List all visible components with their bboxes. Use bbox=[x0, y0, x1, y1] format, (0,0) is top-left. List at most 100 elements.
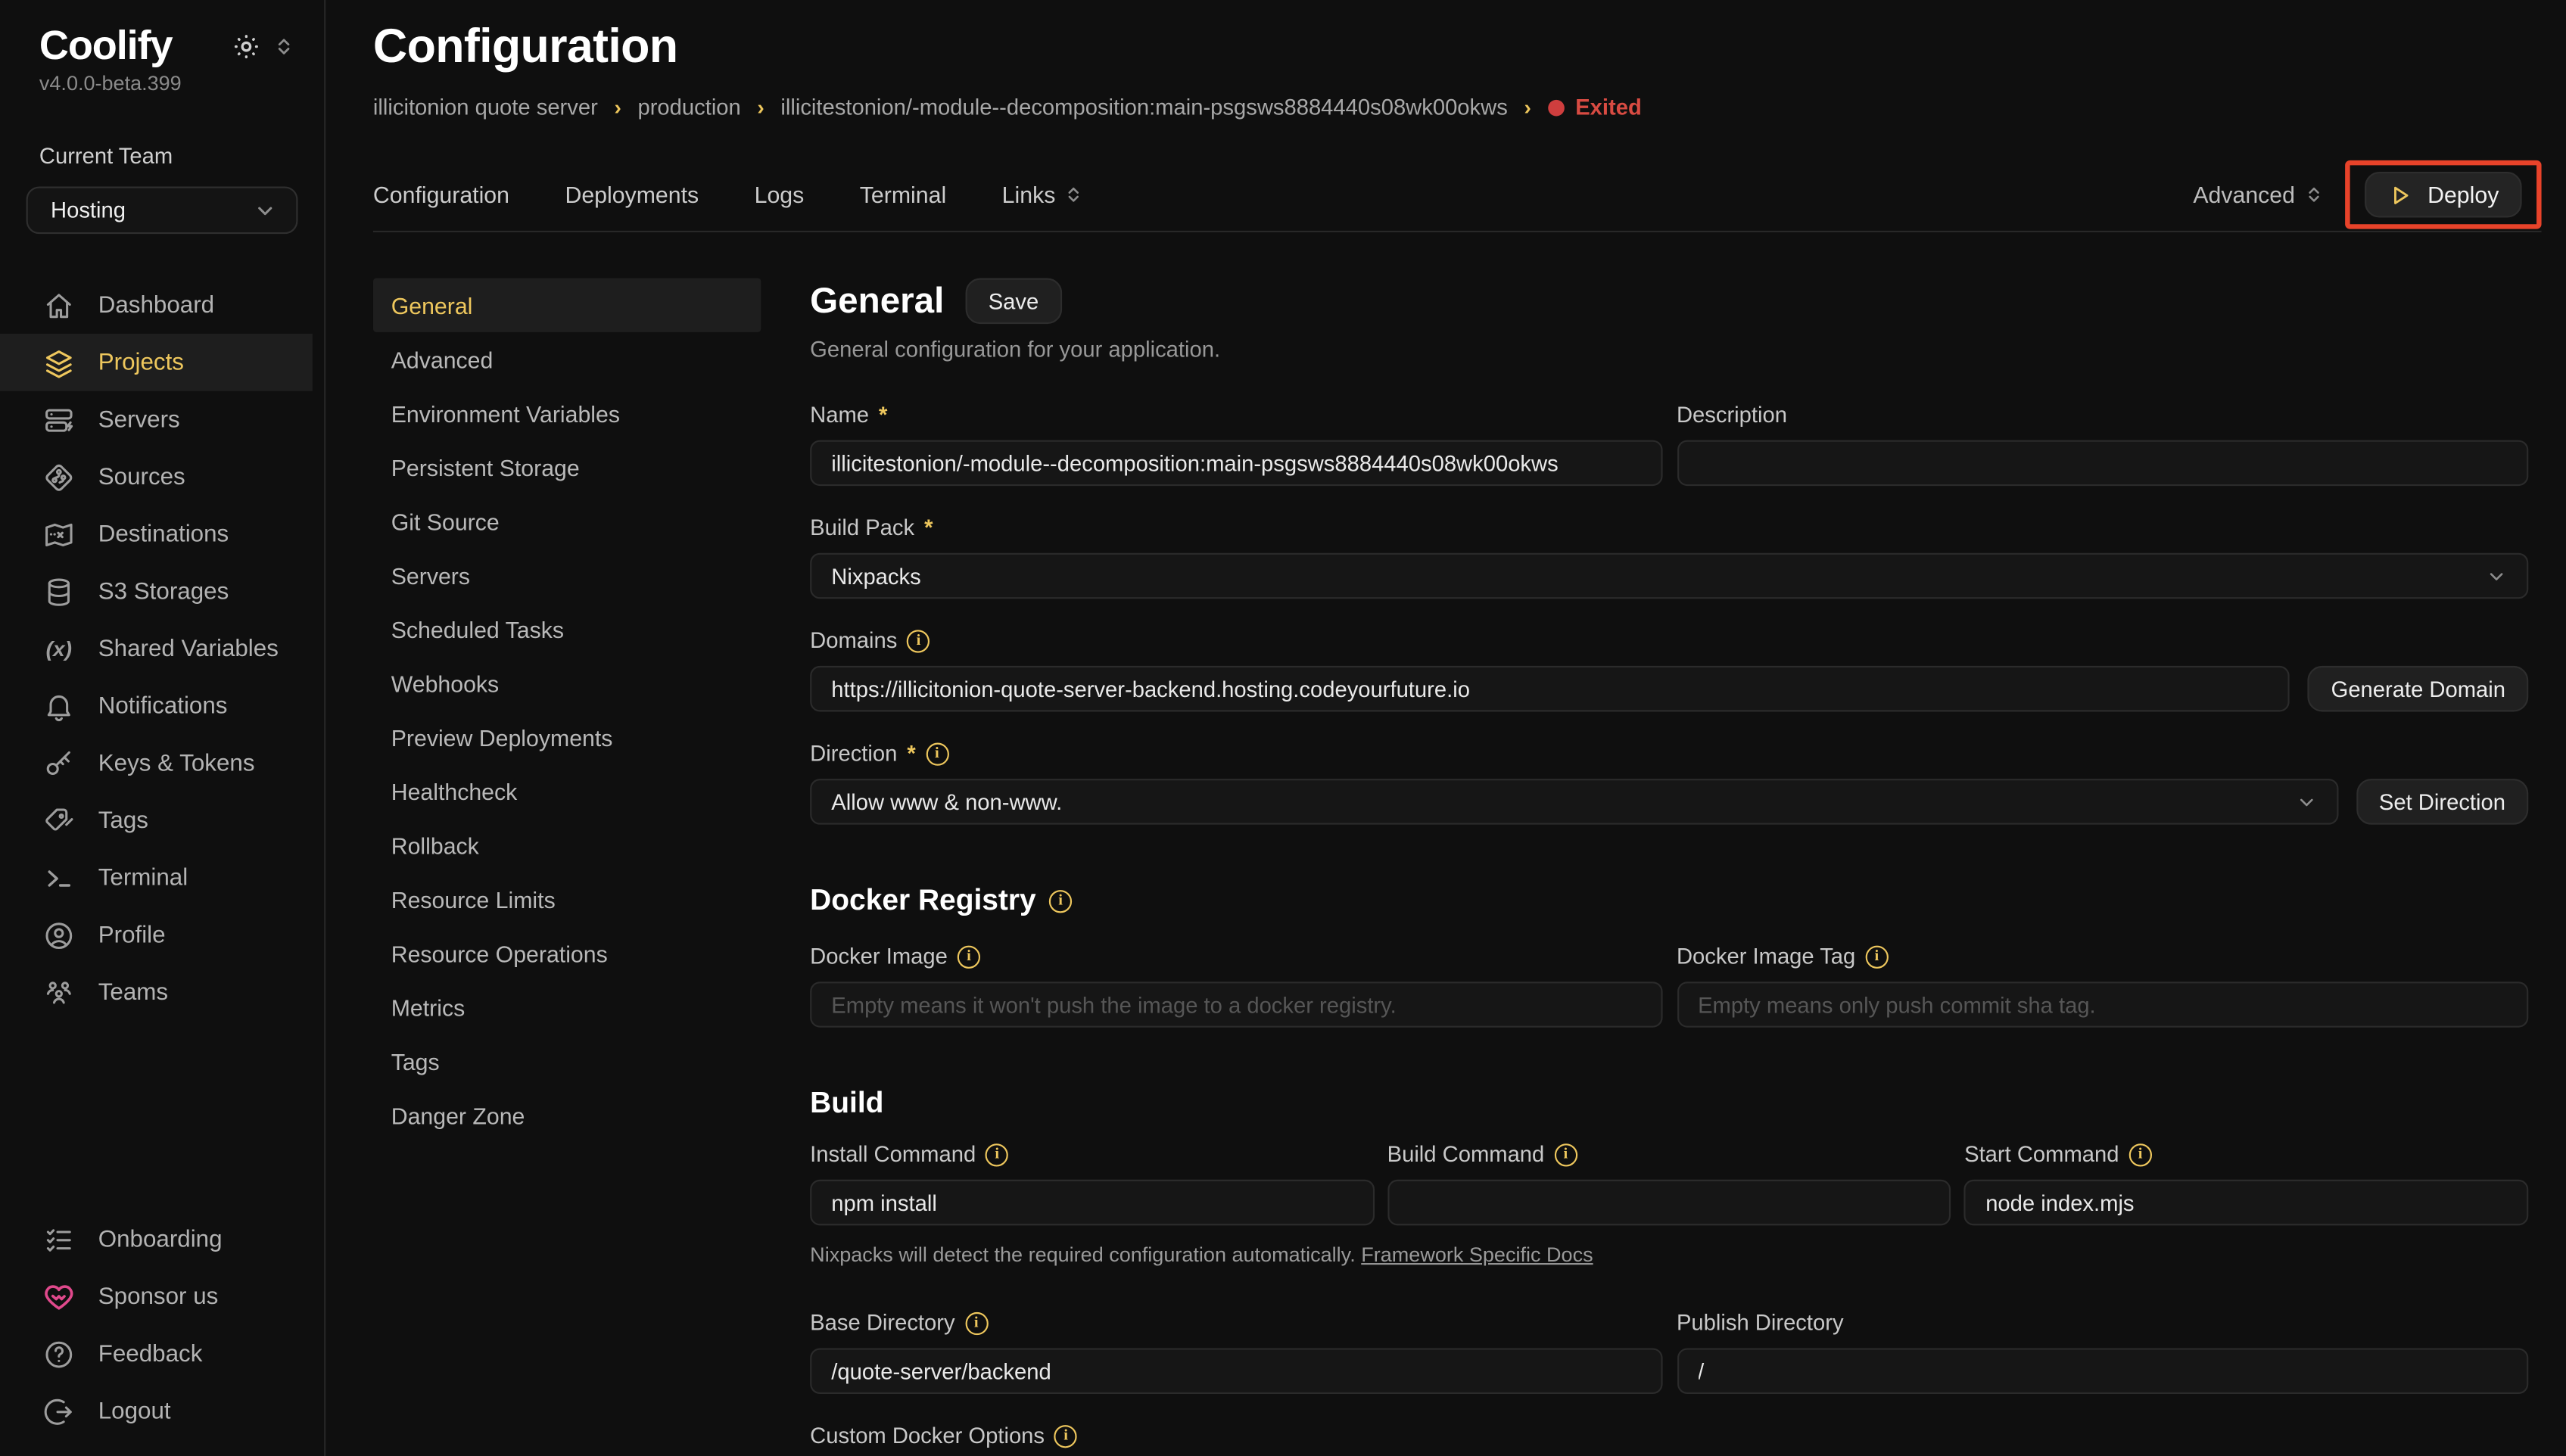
name-label: Name* bbox=[810, 401, 1661, 429]
sidebar-item-s3-storages[interactable]: S3 Storages bbox=[0, 563, 324, 621]
set-direction-button[interactable]: Set Direction bbox=[2356, 779, 2529, 825]
sidebar-item-sources[interactable]: Sources bbox=[0, 448, 324, 506]
config-menu-rollback[interactable]: Rollback bbox=[373, 818, 761, 872]
docker-image-tag-input[interactable] bbox=[1677, 982, 2528, 1028]
info-icon[interactable]: i bbox=[2128, 1143, 2151, 1165]
config-menu-metrics[interactable]: Metrics bbox=[373, 980, 761, 1034]
info-icon[interactable]: i bbox=[958, 945, 980, 968]
config-menu-git-source[interactable]: Git Source bbox=[373, 494, 761, 548]
sidebar-item-label: Onboarding bbox=[98, 1226, 223, 1252]
sidebar-item-sponsor[interactable]: Sponsor us bbox=[0, 1268, 324, 1326]
sidebar-item-notifications[interactable]: Notifications bbox=[0, 677, 324, 735]
config-menu-danger-zone[interactable]: Danger Zone bbox=[373, 1088, 761, 1142]
breadcrumb-project[interactable]: illicitonion quote server bbox=[373, 95, 598, 119]
git-source-icon bbox=[42, 461, 75, 493]
sidebar-item-terminal[interactable]: Terminal bbox=[0, 849, 324, 907]
config-menu-healthcheck[interactable]: Healthcheck bbox=[373, 764, 761, 818]
app-logo: Coolify bbox=[39, 23, 173, 69]
sidebar-item-shared-variables[interactable]: (x) Shared Variables bbox=[0, 620, 324, 677]
tab-configuration[interactable]: Configuration bbox=[373, 182, 509, 208]
info-icon[interactable]: i bbox=[1054, 1424, 1077, 1447]
advanced-dropdown[interactable]: Advanced bbox=[2193, 182, 2325, 208]
tab-links-label: Links bbox=[1002, 182, 1056, 208]
deploy-annotation-highlight: Deploy bbox=[2346, 160, 2542, 229]
info-icon[interactable]: i bbox=[986, 1143, 1008, 1165]
home-icon bbox=[42, 289, 75, 322]
config-menu-resource-operations[interactable]: Resource Operations bbox=[373, 926, 761, 980]
install-command-label: Install Commandi bbox=[810, 1140, 1374, 1168]
tab-logs[interactable]: Logs bbox=[755, 182, 805, 208]
sidebar-item-dashboard[interactable]: Dashboard bbox=[0, 276, 324, 334]
app-version: v4.0.0-beta.399 bbox=[0, 69, 324, 95]
config-menu-general[interactable]: General bbox=[373, 278, 761, 332]
direction-select[interactable]: Allow www & non-www. bbox=[810, 779, 2338, 825]
tab-terminal[interactable]: Terminal bbox=[860, 182, 946, 208]
docker-image-input[interactable] bbox=[810, 982, 1661, 1028]
install-command-input[interactable] bbox=[810, 1180, 1374, 1226]
docker-image-label: Docker Imagei bbox=[810, 942, 1661, 970]
info-icon[interactable]: i bbox=[1865, 945, 1888, 968]
deploy-label: Deploy bbox=[2427, 182, 2499, 208]
domains-input[interactable] bbox=[810, 666, 2290, 712]
publish-directory-input[interactable] bbox=[1677, 1348, 2528, 1394]
config-menu-webhooks[interactable]: Webhooks bbox=[373, 656, 761, 710]
sidebar-item-keys-tokens[interactable]: Keys & Tokens bbox=[0, 735, 324, 792]
build-heading: Build bbox=[810, 1087, 2528, 1121]
config-menu-tags[interactable]: Tags bbox=[373, 1034, 761, 1087]
info-icon[interactable]: i bbox=[1554, 1143, 1577, 1165]
users-icon bbox=[42, 976, 75, 1009]
status-badge: Exited bbox=[1547, 95, 1641, 119]
direction-value: Allow www & non-www. bbox=[831, 789, 1062, 814]
config-menu-preview-deployments[interactable]: Preview Deployments bbox=[373, 710, 761, 764]
sidebar-item-label: Shared Variables bbox=[98, 636, 279, 662]
tabs-divider bbox=[373, 231, 2542, 232]
info-icon[interactable]: i bbox=[907, 629, 930, 652]
description-label: Description bbox=[1677, 401, 2528, 429]
config-menu-advanced[interactable]: Advanced bbox=[373, 332, 761, 386]
config-menu-resource-limits[interactable]: Resource Limits bbox=[373, 872, 761, 926]
tab-links[interactable]: Links bbox=[1002, 182, 1083, 208]
config-menu-persistent-storage[interactable]: Persistent Storage bbox=[373, 440, 761, 494]
breadcrumb: illicitonion quote server › production ›… bbox=[373, 95, 2542, 119]
sidebar-footer-nav: Onboarding Sponsor us Feedback Logout bbox=[0, 1211, 324, 1440]
name-input[interactable] bbox=[810, 440, 1661, 487]
breadcrumb-environment[interactable]: production bbox=[637, 95, 740, 119]
general-subtitle: General configuration for your applicati… bbox=[810, 337, 2528, 361]
database-icon bbox=[42, 575, 75, 608]
sidebar-item-teams[interactable]: Teams bbox=[0, 963, 324, 1021]
team-select[interactable]: Hosting bbox=[26, 186, 298, 234]
sidebar-item-logout[interactable]: Logout bbox=[0, 1383, 324, 1440]
tab-deployments[interactable]: Deployments bbox=[565, 182, 699, 208]
description-input[interactable] bbox=[1677, 440, 2528, 487]
info-icon[interactable]: i bbox=[1049, 889, 1072, 912]
start-command-input[interactable] bbox=[1964, 1180, 2528, 1226]
theme-sun-icon[interactable] bbox=[232, 33, 260, 61]
sidebar-item-tags[interactable]: Tags bbox=[0, 792, 324, 849]
info-icon[interactable]: i bbox=[926, 742, 948, 764]
breadcrumb-application[interactable]: illicitestonion/-module--decomposition:m… bbox=[780, 95, 1507, 119]
sidebar-item-label: Terminal bbox=[98, 865, 188, 891]
config-menu-servers[interactable]: Servers bbox=[373, 548, 761, 602]
generate-domain-button[interactable]: Generate Domain bbox=[2308, 666, 2528, 712]
deploy-button[interactable]: Deploy bbox=[2365, 172, 2522, 218]
team-select-value: Hosting bbox=[51, 198, 126, 222]
sidebar-item-label: Keys & Tokens bbox=[98, 750, 255, 776]
sidebar-item-servers[interactable]: Servers bbox=[0, 391, 324, 449]
sidebar-item-projects[interactable]: Projects bbox=[0, 334, 313, 391]
sidebar-item-feedback[interactable]: Feedback bbox=[0, 1325, 324, 1383]
info-icon[interactable]: i bbox=[965, 1311, 988, 1334]
build-pack-select[interactable]: Nixpacks bbox=[810, 553, 2528, 599]
base-directory-input[interactable] bbox=[810, 1348, 1661, 1394]
sidebar-item-destinations[interactable]: Destinations bbox=[0, 506, 324, 563]
build-command-input[interactable] bbox=[1387, 1180, 1951, 1226]
framework-docs-link[interactable]: Framework Specific Docs bbox=[1361, 1243, 1593, 1266]
config-menu-environment-variables[interactable]: Environment Variables bbox=[373, 386, 761, 440]
sidebar-item-onboarding[interactable]: Onboarding bbox=[0, 1211, 324, 1268]
sidebar-item-profile[interactable]: Profile bbox=[0, 907, 324, 964]
theme-selector-icon[interactable] bbox=[273, 36, 294, 58]
selector-icon bbox=[1063, 185, 1083, 204]
config-menu-scheduled-tasks[interactable]: Scheduled Tasks bbox=[373, 602, 761, 656]
save-button[interactable]: Save bbox=[965, 278, 1061, 325]
play-icon bbox=[2388, 182, 2412, 207]
terminal-icon bbox=[42, 861, 75, 894]
